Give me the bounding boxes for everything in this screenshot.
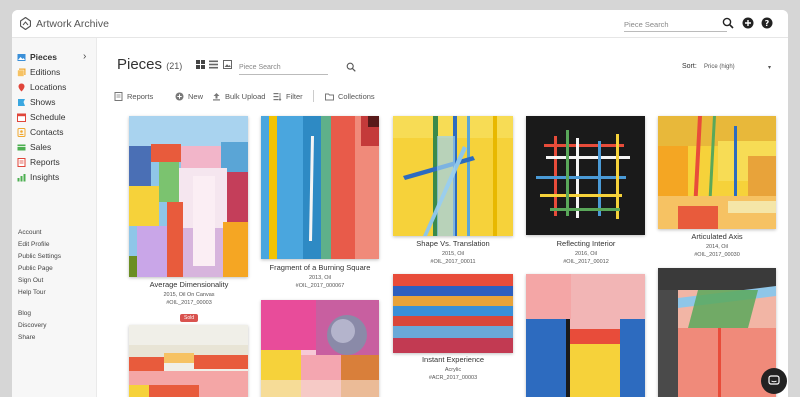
piece-meta: Acrylic (444, 367, 462, 373)
chevron-right-icon[interactable]: › (83, 51, 86, 62)
sidebar-item-contacts[interactable]: Contacts (17, 126, 64, 138)
piece-title[interactable]: Articulated Axis (652, 232, 782, 241)
piece-meta: 2015, Oil (441, 251, 464, 257)
piece-caption: Fragment of a Burning Square 2013, Oil #… (255, 263, 385, 289)
sign-out-link[interactable]: Sign Out (18, 277, 43, 284)
artwork-thumbnail[interactable] (526, 116, 645, 235)
plus-circle-icon (175, 92, 184, 101)
help-tour-link[interactable]: Help Tour (18, 289, 46, 296)
piece-meta: 2014, Oil (705, 244, 728, 250)
artwork-thumbnail[interactable] (129, 116, 248, 277)
piece-title[interactable]: Fragment of a Burning Square (255, 263, 385, 272)
search-icon[interactable] (722, 17, 734, 29)
piece-caption: Average Dimensionality 2015, Oil On Canv… (124, 280, 254, 324)
add-circle-icon[interactable] (742, 17, 754, 29)
filter-icon (273, 93, 282, 101)
reports-icon (114, 92, 123, 101)
sidebar-item-pieces[interactable]: Pieces (17, 51, 57, 63)
artwork-thumbnail[interactable] (658, 268, 776, 397)
piece-title[interactable]: Reflecting Interior (521, 239, 651, 248)
sold-badge: Sold (179, 314, 198, 322)
sidebar-item-insights[interactable]: Insights (17, 171, 59, 183)
artwork-thumbnail[interactable] (658, 116, 776, 229)
account-link[interactable]: Account (18, 229, 42, 236)
artwork-thumbnail[interactable] (393, 116, 513, 236)
artwork-thumbnail[interactable] (129, 325, 248, 397)
location-pin-icon (18, 83, 25, 91)
sales-icon (17, 144, 26, 150)
piece-id: #ACR_2017_00003 (428, 375, 478, 381)
public-page-link[interactable]: Public Page (18, 265, 53, 272)
filter-button[interactable]: Filter (273, 92, 303, 101)
edit-profile-link[interactable]: Edit Profile (18, 241, 49, 248)
shows-icon (18, 98, 25, 106)
piece-caption: Instant Experience Acrylic #ACR_2017_000… (388, 355, 518, 381)
caret-down-icon[interactable]: ▾ (768, 64, 771, 71)
sidebar-item-sales[interactable]: Sales (17, 141, 51, 153)
piece-search-input[interactable]: Piece Search (239, 61, 328, 75)
sort-select[interactable]: Price (high) (704, 64, 735, 70)
piece-id: #OIL_2017_000067 (295, 283, 345, 289)
sidebar-item-reports[interactable]: Reports (17, 156, 60, 168)
piece-meta: 2015, Oil On Canvas (163, 292, 215, 298)
main-content: Pieces (21) Piece Search Sort: Price (hi… (98, 38, 788, 397)
help-icon[interactable]: ? (761, 17, 773, 29)
chat-widget[interactable] (761, 368, 787, 394)
list-view-icon[interactable] (209, 60, 218, 69)
piece-id: #OIL_2017_00030 (694, 252, 740, 258)
piece-id: #OIL_2017_00011 (430, 259, 476, 265)
piece-caption: Shape Vs. Translation 2015, Oil #OIL_201… (388, 239, 518, 265)
upload-icon (213, 93, 220, 101)
insights-icon (17, 173, 26, 181)
sidebar-item-shows[interactable]: Shows (17, 96, 56, 108)
folder-icon (325, 93, 334, 101)
reports-button[interactable]: Reports (114, 92, 153, 101)
app-window: Artwork Archive Piece Search ? Pieces › … (12, 10, 788, 397)
editions-icon (17, 68, 26, 77)
piece-meta: 2016, Oil (574, 251, 597, 257)
grid-view-icon[interactable] (196, 60, 205, 69)
sort-label: Sort: (682, 63, 697, 70)
bulk-upload-button[interactable]: Bulk Upload (212, 92, 265, 101)
piece-title[interactable]: Shape Vs. Translation (388, 239, 518, 248)
logo-icon (20, 17, 31, 30)
piece-title[interactable]: Instant Experience (388, 355, 518, 364)
top-bar: Artwork Archive Piece Search ? (12, 10, 788, 38)
expand-icon[interactable] (368, 116, 379, 127)
sidebar-item-locations[interactable]: Locations (17, 81, 66, 93)
sidebar-item-schedule[interactable]: Schedule (17, 111, 65, 123)
sidebar: Pieces › Editions Locations Shows Schedu… (12, 38, 97, 397)
contacts-icon (17, 127, 26, 137)
artwork-thumbnail[interactable] (261, 116, 379, 259)
app-name: Artwork Archive (36, 17, 109, 30)
artwork-thumbnail[interactable] (393, 274, 513, 353)
search-icon[interactable] (346, 62, 356, 72)
piece-id: #OIL_2017_00003 (166, 300, 212, 306)
new-piece-button[interactable]: New (175, 92, 203, 101)
discovery-link[interactable]: Discovery (18, 322, 47, 329)
public-settings-link[interactable]: Public Settings (18, 253, 61, 260)
piece-caption: Articulated Axis 2014, Oil #OIL_2017_000… (652, 232, 782, 258)
blog-link[interactable]: Blog (18, 310, 31, 317)
piece-id: #OIL_2017_00012 (563, 259, 609, 265)
reports-icon (17, 157, 26, 167)
sidebar-item-editions[interactable]: Editions (17, 66, 60, 78)
calendar-icon (17, 113, 26, 122)
toolbar-divider (313, 90, 314, 102)
piece-title[interactable]: Average Dimensionality (124, 280, 254, 289)
artwork-thumbnail[interactable] (261, 300, 379, 397)
pieces-icon (17, 53, 26, 61)
image-view-icon[interactable] (223, 60, 232, 69)
top-search-input[interactable]: Piece Search (624, 16, 727, 32)
piece-count: (21) (166, 61, 183, 71)
chat-icon (768, 375, 780, 385)
share-link[interactable]: Share (18, 334, 35, 341)
artwork-thumbnail[interactable] (526, 274, 645, 397)
svg-text:?: ? (765, 19, 770, 28)
collections-button[interactable]: Collections (325, 92, 375, 101)
piece-meta: 2013, Oil (308, 275, 331, 281)
piece-caption: Reflecting Interior 2016, Oil #OIL_2017_… (521, 239, 651, 265)
page-title: Pieces (21) (117, 56, 183, 73)
app-logo[interactable]: Artwork Archive (20, 17, 109, 30)
